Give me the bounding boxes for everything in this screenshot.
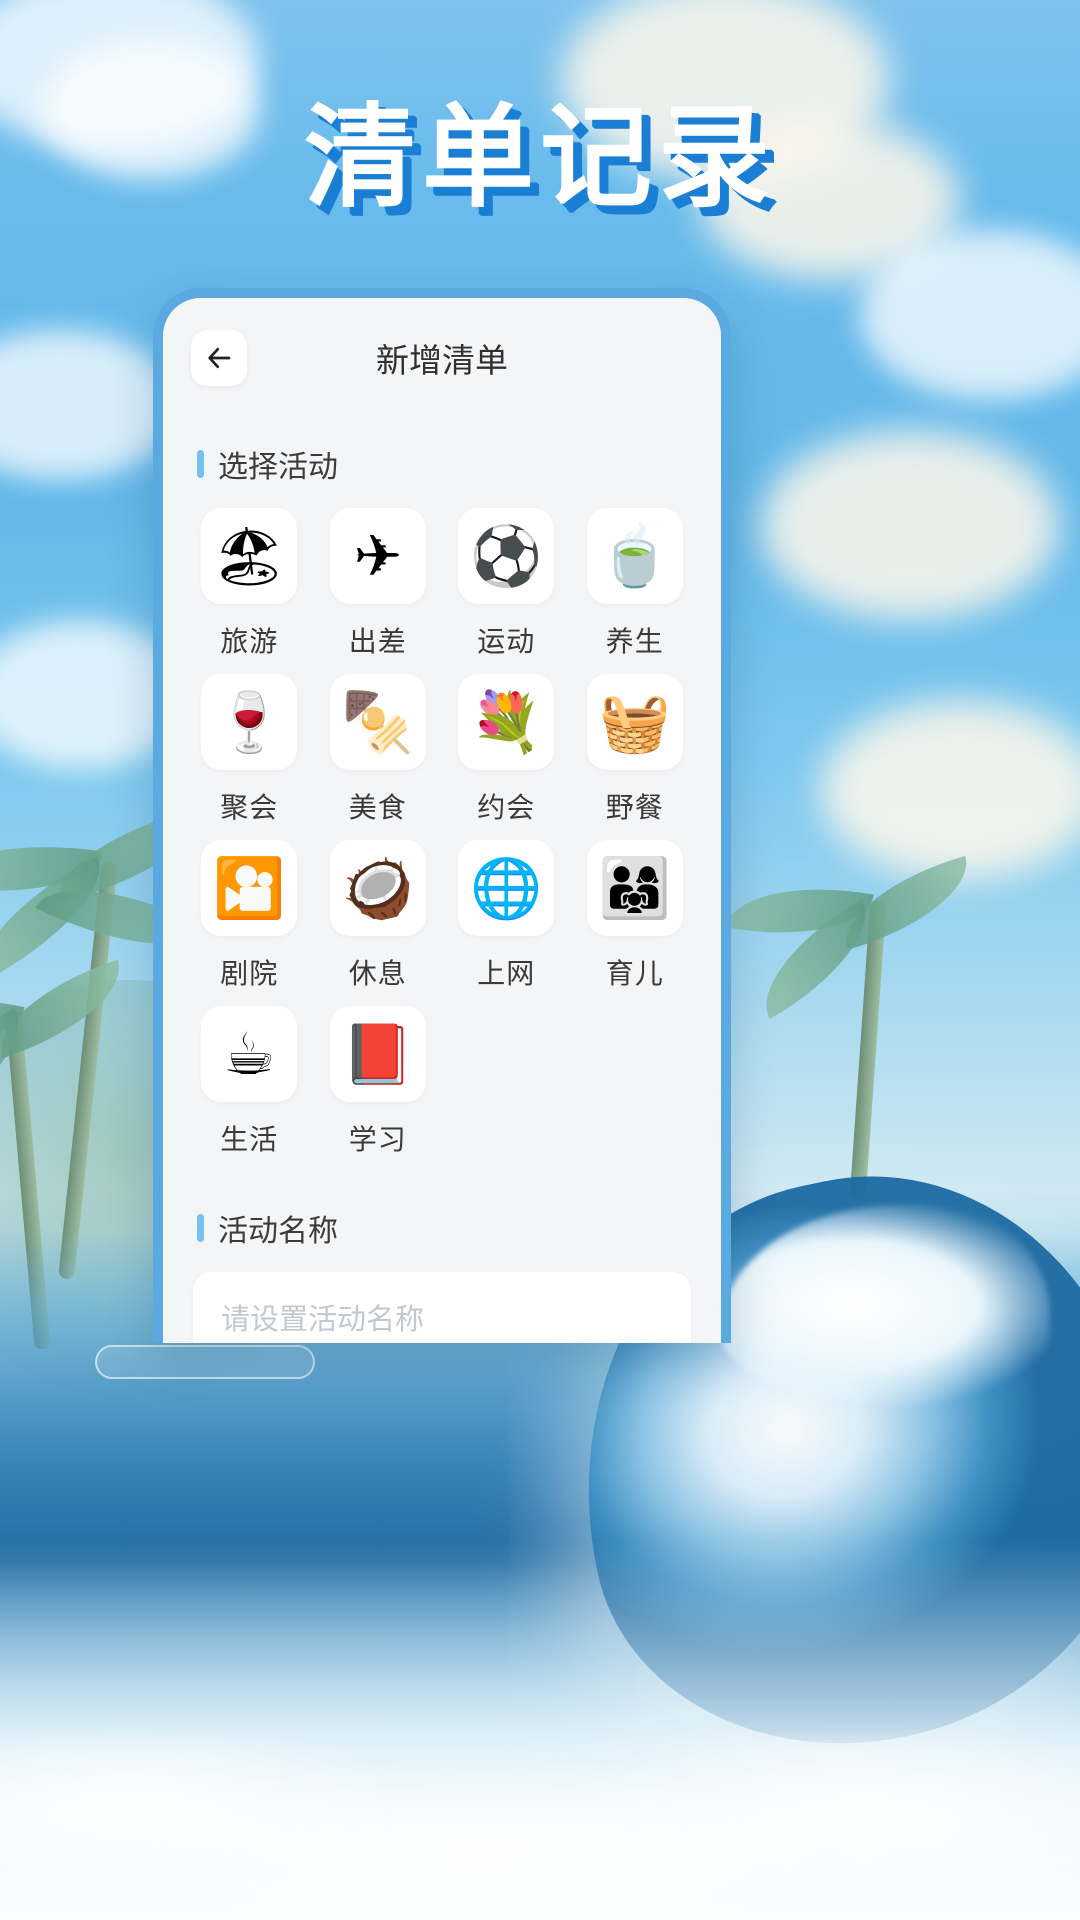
section-accent-bar bbox=[197, 450, 204, 478]
activity-tile-internet[interactable]: 🌐 上网 bbox=[450, 840, 563, 992]
background-pill-decoration bbox=[95, 1345, 315, 1379]
activity-label: 生活 bbox=[220, 1124, 279, 1155]
activity-label: 剧院 bbox=[220, 958, 279, 989]
activity-tile-wellness[interactable]: 🍵 养生 bbox=[579, 508, 692, 660]
tropical-drink-icon: 🥥 bbox=[329, 840, 426, 936]
page-title: 清单记录 bbox=[304, 95, 776, 220]
activity-name-input[interactable] bbox=[193, 1272, 691, 1343]
closed-book-icon: 📕 bbox=[329, 1006, 426, 1102]
section-header-activity-name: 活动名称 bbox=[163, 1206, 721, 1250]
airplane-icon: ✈ bbox=[329, 508, 426, 604]
activity-tile-study[interactable]: 📕 学习 bbox=[322, 1006, 435, 1158]
activity-label: 出差 bbox=[348, 626, 407, 657]
coffee-cup-icon: ☕ bbox=[201, 1006, 298, 1102]
family-icon: 👨‍👩‍👧 bbox=[586, 840, 683, 936]
activity-tile-food[interactable]: 🍢 美食 bbox=[322, 674, 435, 826]
section-header-select-activity: 选择活动 bbox=[163, 442, 721, 486]
section-title-select-activity: 选择活动 bbox=[218, 451, 338, 484]
globe-cursor-icon: 🌐 bbox=[458, 840, 555, 936]
food-platter-icon: 🍢 bbox=[329, 674, 426, 770]
activity-label: 美食 bbox=[348, 792, 407, 823]
back-arrow-icon bbox=[204, 343, 234, 373]
activity-label: 旅游 bbox=[220, 626, 279, 657]
activity-tile-business-trip[interactable]: ✈ 出差 bbox=[322, 508, 435, 660]
activity-tile-life[interactable]: ☕ 生活 bbox=[193, 1006, 306, 1158]
activity-label: 休息 bbox=[348, 958, 407, 989]
activity-grid: 🏖 旅游 ✈ 出差 ⚽ 运动 🍵 养生 🍷 聚会 🍢 美食 💐 约会 🧺 野餐 … bbox=[163, 508, 721, 1158]
teacup-herbal-icon: 🍵 bbox=[586, 508, 683, 604]
activity-label: 育儿 bbox=[605, 958, 664, 989]
activity-tile-sports[interactable]: ⚽ 运动 bbox=[450, 508, 563, 660]
activity-label: 约会 bbox=[477, 792, 536, 823]
activity-tile-rest[interactable]: 🥥 休息 bbox=[322, 840, 435, 992]
activity-label: 学习 bbox=[348, 1124, 407, 1155]
phone-screen: 新增清单 选择活动 🏖 旅游 ✈ 出差 ⚽ 运动 🍵 养生 🍷 聚会 🍢 美食 … bbox=[163, 298, 721, 1343]
phone-mockup: 新增清单 选择活动 🏖 旅游 ✈ 出差 ⚽ 运动 🍵 养生 🍷 聚会 🍢 美食 … bbox=[153, 288, 731, 1343]
activity-label: 运动 bbox=[477, 626, 536, 657]
activity-tile-travel[interactable]: 🏖 旅游 bbox=[193, 508, 306, 660]
sea-foam bbox=[0, 1540, 1080, 1920]
beach-umbrella-icon: 🏖 bbox=[201, 508, 298, 604]
section-title-activity-name: 活动名称 bbox=[218, 1215, 338, 1248]
activity-name-field-wrap bbox=[163, 1272, 721, 1343]
back-button[interactable] bbox=[191, 330, 247, 386]
activity-tile-theater[interactable]: 🎦 剧院 bbox=[193, 840, 306, 992]
activity-tile-parenting[interactable]: 👨‍👩‍👧 育儿 bbox=[579, 840, 692, 992]
app-header: 新增清单 bbox=[163, 298, 721, 418]
activity-label: 上网 bbox=[477, 958, 536, 989]
activity-label: 野餐 bbox=[605, 792, 664, 823]
soccer-ball-icon: ⚽ bbox=[458, 508, 555, 604]
picnic-basket-icon: 🧺 bbox=[586, 674, 683, 770]
activity-tile-party[interactable]: 🍷 聚会 bbox=[193, 674, 306, 826]
wine-bottle-glass-icon: 🍷 bbox=[201, 674, 298, 770]
activity-label: 聚会 bbox=[220, 792, 279, 823]
activity-label: 养生 bbox=[605, 626, 664, 657]
activity-tile-picnic[interactable]: 🧺 野餐 bbox=[579, 674, 692, 826]
bouquet-icon: 💐 bbox=[458, 674, 555, 770]
theater-stage-icon: 🎦 bbox=[201, 840, 298, 936]
activity-tile-date[interactable]: 💐 约会 bbox=[450, 674, 563, 826]
section-accent-bar bbox=[197, 1214, 204, 1242]
